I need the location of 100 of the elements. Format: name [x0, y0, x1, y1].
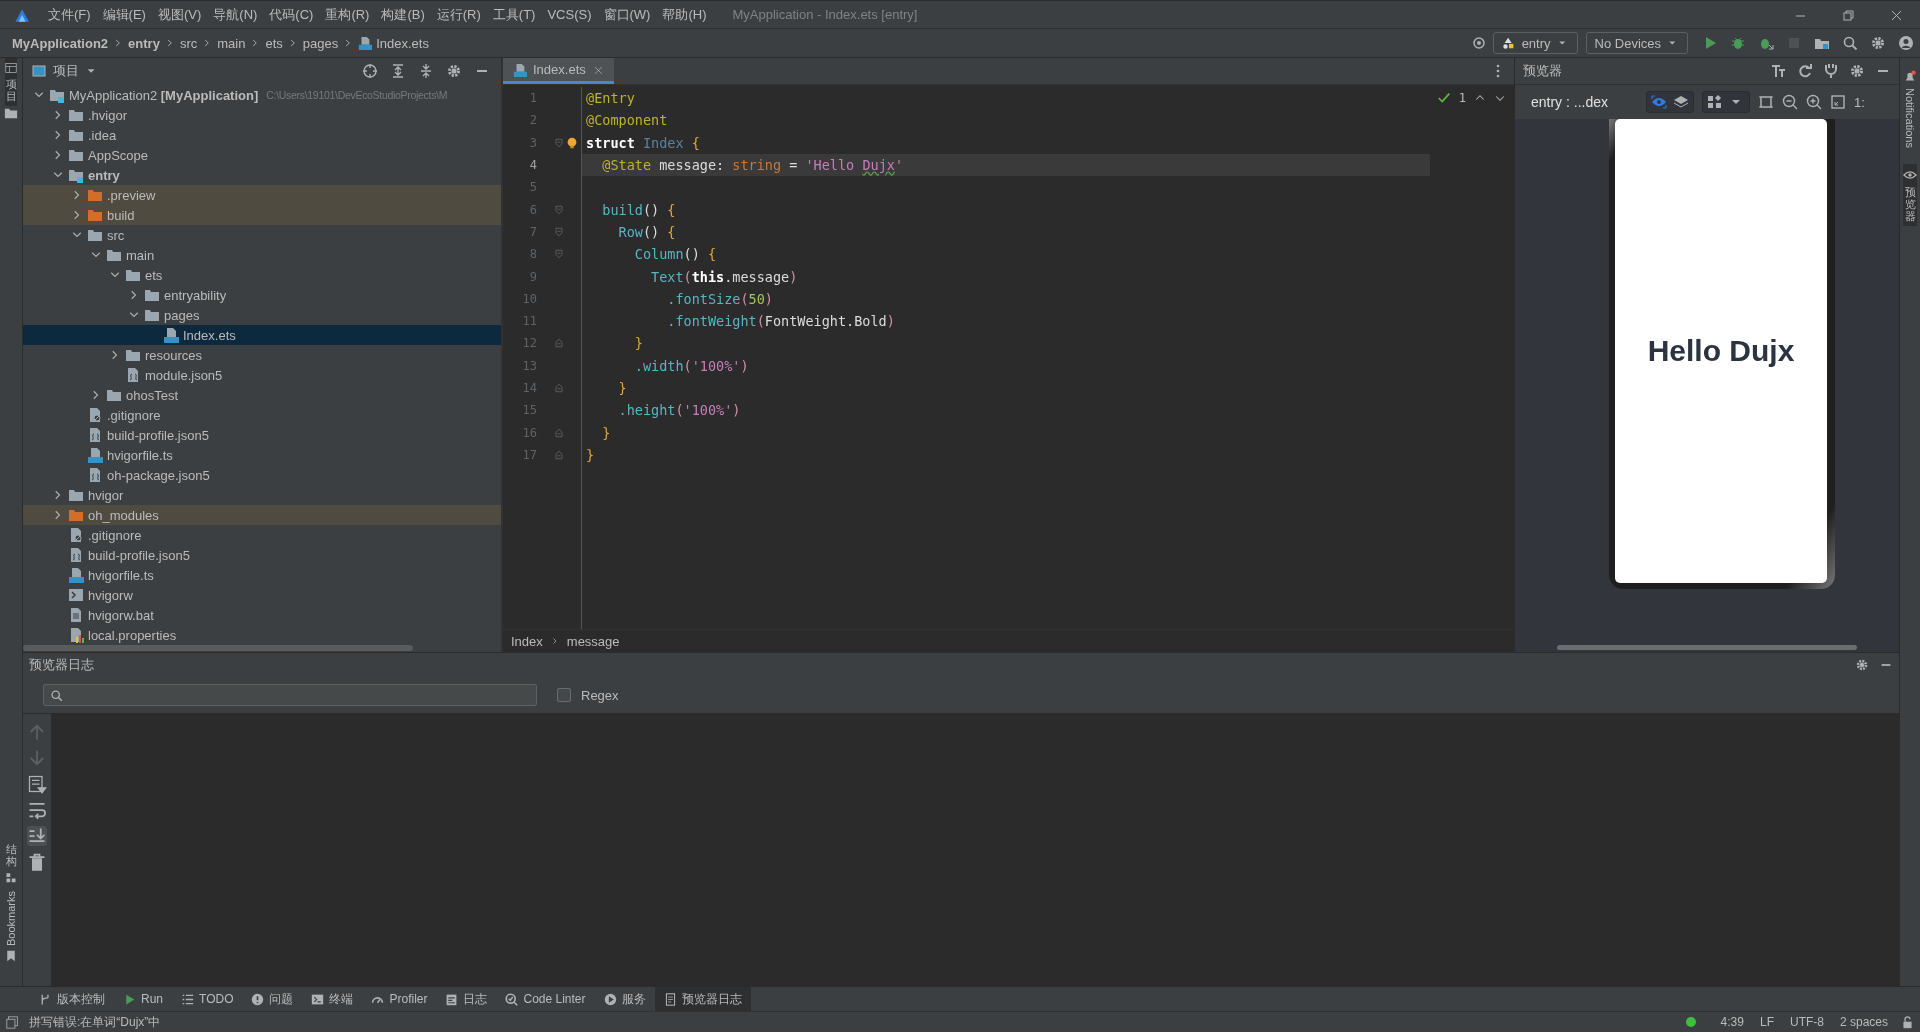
menu-item[interactable]: 工具(T) [486, 3, 542, 26]
tree-item[interactable]: AppScope [23, 145, 501, 165]
tree-item[interactable]: module.json5 [23, 365, 501, 385]
tool-tab[interactable]: 服务 [594, 987, 655, 1011]
tree-item[interactable]: build-profile.json5 [23, 545, 501, 565]
lightbulb-icon[interactable] [565, 135, 579, 150]
scrollbar-thumb[interactable] [23, 645, 413, 651]
menu-item[interactable]: 重构(R) [319, 3, 376, 26]
fit-icon[interactable] [1830, 94, 1847, 110]
tree-item[interactable]: ets [23, 265, 501, 285]
collapse-all-icon[interactable] [418, 63, 434, 79]
device-dropdown[interactable]: No Devices [1585, 32, 1688, 54]
breadcrumb-item[interactable]: src [179, 35, 198, 51]
menu-item[interactable]: 帮助(H) [656, 3, 713, 26]
tree-item[interactable]: hvigorfile.ts [23, 565, 501, 585]
zoom-out-icon[interactable] [1782, 94, 1799, 110]
scroll-to-end-icon[interactable] [27, 826, 47, 846]
breadcrumb-item[interactable]: entry [128, 35, 160, 51]
tree-item[interactable]: local.properties [23, 625, 501, 644]
status-item[interactable]: UTF-8 [1789, 1015, 1824, 1029]
inspection-count[interactable]: 1 [1458, 91, 1466, 105]
refresh-icon[interactable] [1797, 63, 1813, 79]
breadcrumb-item[interactable]: Index.ets [358, 35, 429, 51]
tree-item[interactable]: entry [23, 165, 501, 185]
menu-item[interactable]: 窗口(W) [597, 3, 657, 26]
plug-icon[interactable] [1823, 63, 1839, 79]
zoom-ratio[interactable]: 1: [1854, 94, 1865, 110]
tree-item[interactable]: Index.ets [23, 325, 501, 345]
tree-item[interactable]: resources [23, 345, 501, 365]
tool-tab[interactable]: 终端 [302, 987, 363, 1011]
tree-item[interactable]: hvigorfile.ts [23, 445, 501, 465]
breadcrumb-item[interactable]: MyApplication2 [12, 35, 109, 51]
tree-item[interactable]: ohosTest [23, 385, 501, 405]
tool-window-button[interactable]: Notifications [1903, 66, 1917, 152]
settings-icon[interactable] [1855, 658, 1869, 672]
menu-item[interactable]: 文件(F) [42, 3, 97, 26]
filter-icon[interactable] [27, 774, 47, 794]
tree-item[interactable]: main [23, 245, 501, 265]
lock-icon[interactable] [1901, 1015, 1914, 1029]
search-icon[interactable] [1842, 35, 1858, 51]
menu-item[interactable]: VCS(S) [541, 5, 598, 24]
menu-item[interactable]: 视图(V) [151, 3, 208, 26]
settings-icon[interactable] [446, 63, 462, 79]
tree-item[interactable]: entryability [23, 285, 501, 305]
menu-item[interactable]: 导航(N) [207, 3, 264, 26]
inspect-icon[interactable] [1651, 94, 1668, 110]
module-dropdown[interactable]: entry [1492, 32, 1578, 54]
tool-tab[interactable]: Code Linter [496, 987, 595, 1011]
tree-item[interactable]: .gitignore [23, 405, 501, 425]
tool-tab[interactable]: Profiler [362, 987, 437, 1011]
tree-item[interactable]: MyApplication2 [MyApplication] C:\Users\19101\DevEcoStudioProjects\M [23, 85, 501, 105]
tree-item[interactable]: pages [23, 305, 501, 325]
status-item[interactable]: LF [1759, 1015, 1774, 1029]
wrap-icon[interactable] [27, 800, 47, 820]
tool-tab[interactable]: 问题 [242, 987, 303, 1011]
tool-tab[interactable]: Run [114, 987, 172, 1011]
tree-item[interactable]: oh-package.json5 [23, 465, 501, 485]
menu-item[interactable]: 代码(C) [263, 3, 320, 26]
locate-icon[interactable] [362, 63, 378, 79]
window-icon[interactable] [6, 1015, 19, 1029]
tree-item[interactable]: .hvigor [23, 105, 501, 125]
search-field[interactable] [43, 684, 537, 706]
account-icon[interactable] [1898, 35, 1914, 51]
breadcrumb-item[interactable]: ets [265, 35, 283, 51]
panel-title[interactable]: 项目 [53, 62, 79, 80]
tool-tab[interactable]: 日志 [436, 987, 497, 1011]
tree-item[interactable]: .preview [23, 185, 501, 205]
target-icon[interactable] [1470, 35, 1487, 51]
breadcrumb-item[interactable]: Index [511, 633, 543, 649]
checkbox[interactable] [557, 688, 571, 702]
tree-item[interactable]: build-profile.json5 [23, 425, 501, 445]
bug-icon[interactable] [1730, 35, 1746, 51]
tree-item[interactable]: oh_modules [23, 505, 501, 525]
menu-item[interactable]: 构建(B) [375, 3, 431, 26]
editor-tab[interactable]: Index.ets [503, 58, 614, 84]
tree-item[interactable]: src [23, 225, 501, 245]
settings-icon[interactable] [1849, 63, 1865, 79]
menu-item[interactable]: 编辑(E) [96, 3, 152, 26]
zoom-in-icon[interactable] [1806, 94, 1823, 110]
breadcrumb-item[interactable]: main [217, 35, 246, 51]
font-size-icon[interactable] [1771, 63, 1787, 79]
tool-window-button[interactable]: 预览器 [1903, 163, 1917, 227]
tree-item[interactable]: .idea [23, 125, 501, 145]
scrollbar-thumb[interactable] [1557, 644, 1857, 650]
settings-icon[interactable] [1870, 35, 1886, 51]
tool-tab[interactable]: TODO [172, 987, 243, 1011]
expand-all-icon[interactable] [390, 63, 406, 79]
tool-tab[interactable]: 版本控制 [30, 987, 114, 1011]
tree-item[interactable]: hvigorw.bat [23, 605, 501, 625]
frame-icon[interactable] [1758, 94, 1775, 110]
breadcrumb-item[interactable]: message [566, 633, 620, 649]
menu-item[interactable]: 运行(R) [430, 3, 487, 26]
tool-window-button[interactable]: 项目 [5, 58, 17, 107]
breadcrumb-item[interactable]: pages [302, 35, 339, 51]
tool-tab[interactable]: 预览器日志 [654, 987, 751, 1011]
tree-item[interactable]: hvigor [23, 485, 501, 505]
preview-target[interactable]: entry : ...dex [1531, 94, 1609, 110]
status-item[interactable]: 4:39 [1720, 1015, 1744, 1029]
tool-window-button[interactable]: 结构 [5, 838, 17, 887]
tool-window-button[interactable]: Bookmarks [5, 886, 17, 966]
